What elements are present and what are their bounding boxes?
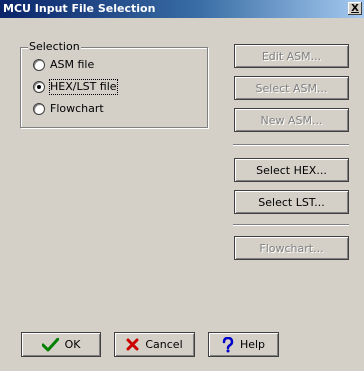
separator-1: [233, 144, 349, 146]
radio-hex-lst-file-label: HEX/LST file: [49, 79, 118, 95]
new-asm-button[interactable]: New ASM...: [234, 108, 349, 132]
close-button[interactable]: X: [348, 2, 362, 15]
close-icon: X: [351, 3, 359, 14]
help-button[interactable]: Help: [208, 332, 279, 357]
help-button-label: Help: [239, 338, 266, 351]
checkmark-icon: [41, 337, 59, 352]
radio-hex-lst-file-indicator[interactable]: [33, 81, 45, 93]
separator-2: [233, 224, 349, 226]
radio-asm-file-label: ASM file: [50, 58, 95, 71]
edit-asm-button[interactable]: Edit ASM...: [234, 44, 349, 68]
x-icon: [126, 338, 139, 351]
select-asm-button[interactable]: Select ASM...: [234, 76, 349, 100]
selection-legend: Selection: [28, 40, 81, 53]
ok-button-label: OK: [64, 338, 81, 351]
radio-flowchart-label: Flowchart: [50, 102, 104, 115]
cancel-button[interactable]: Cancel: [114, 332, 195, 357]
radio-flowchart[interactable]: Flowchart: [33, 102, 104, 116]
cancel-button-label: Cancel: [145, 338, 183, 351]
select-hex-button[interactable]: Select HEX...: [234, 158, 349, 182]
flowchart-button[interactable]: Flowchart...: [234, 236, 349, 260]
window-title: MCU Input File Selection: [3, 2, 156, 15]
radio-asm-file[interactable]: ASM file: [33, 58, 94, 72]
selection-group: Selection ASM file HEX/LST file Flowchar…: [20, 41, 208, 128]
radio-flowchart-indicator[interactable]: [33, 103, 45, 115]
question-mark-icon: [222, 336, 234, 353]
title-bar: MCU Input File Selection X: [0, 0, 364, 18]
ok-button[interactable]: OK: [21, 332, 101, 357]
radio-hex-lst-file[interactable]: HEX/LST file: [33, 79, 118, 95]
select-lst-button[interactable]: Select LST...: [234, 190, 349, 214]
radio-asm-file-indicator[interactable]: [33, 59, 45, 71]
